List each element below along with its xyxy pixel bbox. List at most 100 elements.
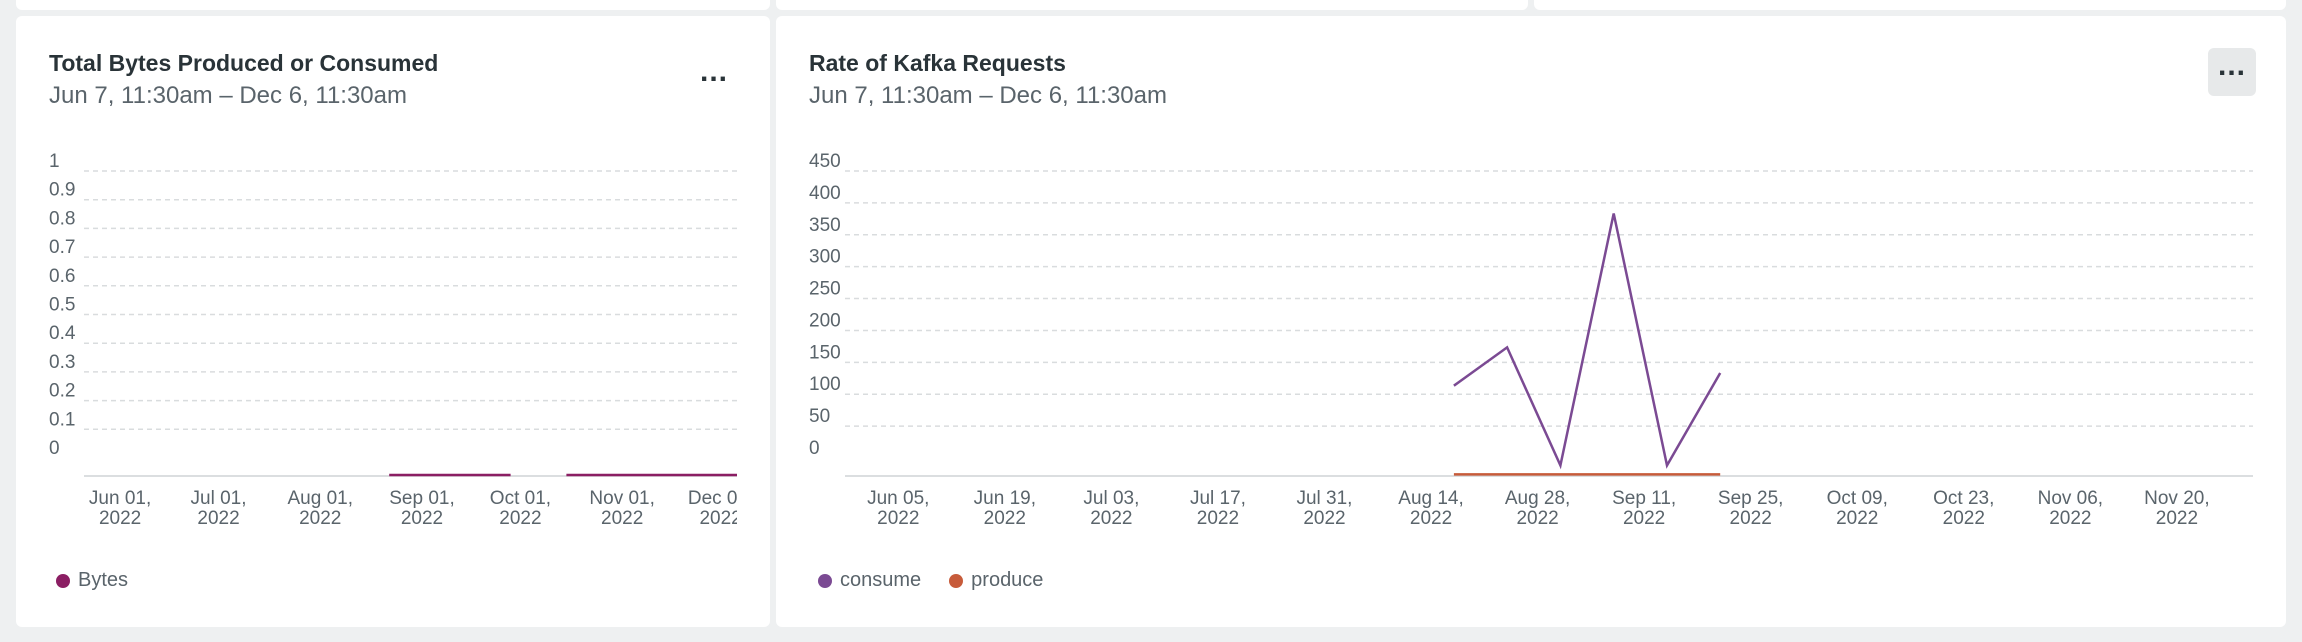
x-tick-label-line: 2022	[499, 508, 541, 529]
x-tick-label-line: Jun 01,	[89, 488, 151, 509]
y-tick-label: 0.8	[49, 208, 75, 229]
x-tick-label: Jul 31, 2022	[1296, 488, 1352, 529]
x-tick-label-line: 2022	[877, 508, 919, 529]
x-tick-label-line: Nov 06,	[2038, 488, 2103, 509]
x-tick-label-line: 2022	[984, 508, 1026, 529]
x-tick-label-line: Jun 05,	[867, 488, 929, 509]
x-tick-label-line: Dec 01,	[688, 488, 753, 509]
x-tick-label-line: 2022	[601, 508, 643, 529]
x-tick-label-line: Nov 01,	[589, 488, 654, 509]
y-tick-label: 0.6	[49, 266, 75, 287]
y-tick-label: 0.5	[49, 295, 75, 316]
x-tick-label-line: Aug 01,	[288, 488, 354, 509]
x-tick-label-line: Aug 14,	[1398, 488, 1464, 509]
chart-title: Rate of Kafka Requests	[809, 50, 1066, 76]
kafka-requests-chart-card: Rate of Kafka Requests Jun 7, 11:30am – …	[776, 16, 2286, 627]
y-tick-label: 400	[809, 183, 841, 204]
chart-subtitle: Jun 7, 11:30am – Dec 6, 11:30am	[809, 82, 1167, 109]
x-tick-label-line: Jul 03,	[1083, 488, 1139, 509]
y-tick-label: 0	[809, 438, 820, 459]
x-tick-label-line: Oct 01,	[490, 488, 551, 509]
x-tick-label: Nov 01, 2022	[589, 488, 654, 529]
legend-label: consume	[840, 569, 922, 591]
x-tick-label-line: 2022	[1943, 508, 1985, 529]
legend-label: produce	[971, 569, 1044, 591]
x-tick-label: Sep 25, 2022	[1718, 488, 1784, 529]
chart-subtitle: Jun 7, 11:30am – Dec 6, 11:30am	[49, 82, 407, 109]
x-tick-label: Jul 01, 2022	[191, 488, 247, 529]
y-tick-label: 0.7	[49, 237, 75, 258]
x-tick-label-line: 2022	[1090, 508, 1132, 529]
x-tick-label-line: 2022	[1516, 508, 1558, 529]
y-tick-label: 0.4	[49, 323, 76, 344]
x-tick-label: Oct 01, 2022	[490, 488, 551, 529]
x-tick-label: Nov 20, 2022	[2144, 488, 2209, 529]
x-tick-label: Jun 05, 2022	[867, 488, 929, 529]
chart-title: Total Bytes Produced or Consumed	[49, 50, 439, 76]
x-tick-label-line: 2022	[1730, 508, 1772, 529]
x-tick-label-line: Aug 28,	[1505, 488, 1571, 509]
x-tick-label-line: Sep 11,	[1612, 488, 1676, 509]
x-tick-label-line: 2022	[2156, 508, 2198, 529]
x-tick-labels: Jun 01, 2022Jul 01, 2022Aug 01, 2022Sep 01,…	[89, 488, 753, 529]
x-tick-label-line: 2022	[2049, 508, 2091, 529]
legend-item-consume[interactable]: consume	[818, 569, 921, 592]
x-tick-label-line: Oct 23,	[1933, 488, 1994, 509]
legend-item-bytes[interactable]: Bytes	[56, 569, 128, 592]
x-tick-label: Aug 28, 2022	[1505, 488, 1571, 529]
x-tick-label: Sep 11, 2022	[1612, 488, 1676, 529]
series-line-consume	[1453, 213, 1722, 470]
x-tick-label-line: Oct 09,	[1827, 488, 1888, 509]
y-tick-label: 100	[809, 374, 841, 395]
y-tick-label: 150	[809, 342, 841, 363]
chart-legend: Bytes	[56, 569, 128, 592]
x-tick-label: Nov 06, 2022	[2038, 488, 2103, 529]
x-tick-label-line: Jul 31,	[1296, 488, 1352, 509]
x-tick-label: Oct 23, 2022	[1933, 488, 1994, 529]
x-tick-label-line: Jul 17,	[1190, 488, 1246, 509]
x-tick-label-line: Sep 01,	[389, 488, 455, 509]
x-tick-label: Jul 03, 2022	[1083, 488, 1139, 529]
x-tick-label-line: 2022	[197, 508, 239, 529]
chart-legend: consume produce	[818, 569, 1043, 592]
x-tick-labels: Jun 05, 2022Jun 19, 2022Jul 03, 2022Jul 17,…	[867, 488, 2210, 529]
ellipsis-icon[interactable]: ...	[2208, 48, 2256, 96]
x-tick-label-line: 2022	[1197, 508, 1239, 529]
x-tick-label-line: 2022	[1623, 508, 1665, 529]
card-above-right	[1534, 0, 2286, 10]
card-above-left	[16, 0, 770, 10]
x-tick-label-line: Jul 01,	[191, 488, 247, 509]
y-tick-label: 0.9	[49, 180, 75, 201]
bytes-chart-card: Total Bytes Produced or Consumed Jun 7, …	[16, 16, 770, 627]
y-tick-label: 0.3	[49, 352, 75, 373]
y-tick-label: 0.1	[49, 409, 75, 430]
x-tick-label-line: 2022	[401, 508, 443, 529]
legend-item-produce[interactable]: produce	[949, 569, 1043, 592]
legend-swatch	[56, 573, 70, 588]
x-tick-label-line: 2022	[1303, 508, 1345, 529]
x-tick-label-line: 2022	[1410, 508, 1452, 529]
legend-swatch	[949, 573, 964, 588]
x-tick-label-line: Sep 25,	[1718, 488, 1784, 509]
x-tick-label: Oct 09, 2022	[1827, 488, 1888, 529]
x-tick-label-line: 2022	[99, 508, 141, 529]
legend-swatch	[818, 573, 832, 588]
x-tick-label-line: 2022	[299, 508, 341, 529]
kafka-requests-line-chart: 050100150200250300350400450Jun 05, 2022Ju…	[809, 151, 2253, 529]
x-tick-label-line: 2022	[699, 508, 741, 529]
y-tick-label: 250	[809, 279, 841, 300]
y-tick-label: 450	[809, 151, 841, 172]
x-tick-label: Aug 01, 2022	[288, 488, 354, 529]
ellipsis-icon[interactable]: ...	[690, 54, 738, 102]
x-tick-label: Jun 01, 2022	[89, 488, 151, 529]
x-tick-label: Aug 14, 2022	[1398, 488, 1464, 529]
y-tick-label: 1	[49, 151, 60, 172]
x-tick-label-line: 2022	[1836, 508, 1878, 529]
y-tick-label: 0.2	[49, 381, 75, 402]
legend-label: Bytes	[78, 569, 129, 591]
y-tick-label: 200	[809, 310, 841, 331]
x-tick-label: Sep 01, 2022	[389, 488, 455, 529]
x-tick-label: Jul 17, 2022	[1190, 488, 1246, 529]
y-tick-label: 300	[809, 247, 841, 268]
y-tick-label: 350	[809, 215, 841, 236]
